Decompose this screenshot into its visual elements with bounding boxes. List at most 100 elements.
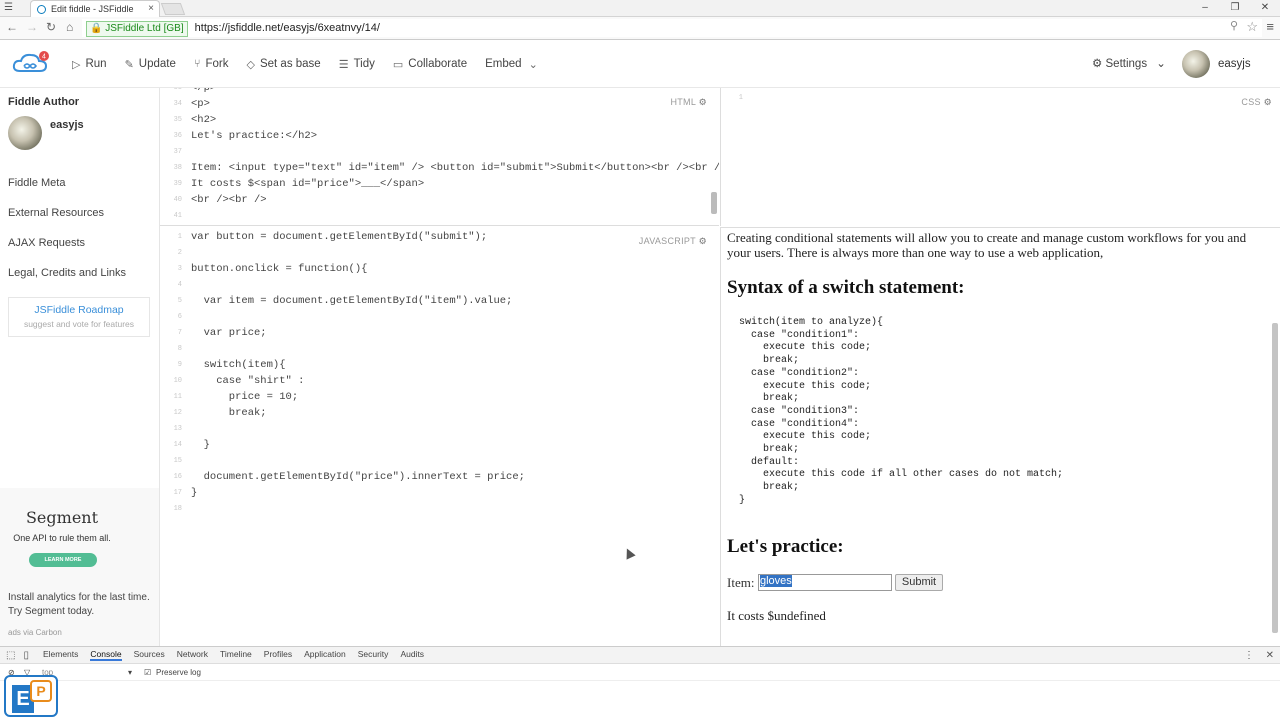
console-toolbar: ⊘ ▽ top ▾ ☑ Preserve log [0,665,1280,681]
browser-menu-icon[interactable]: ≡ [1266,19,1274,34]
line-number: 14 [173,441,182,449]
code-line: button.onclick = function(){ [191,263,368,275]
jsfiddle-logo[interactable]: 4 [12,51,50,75]
roadmap-title: JSFiddle Roadmap [34,304,124,316]
user-menu[interactable]: easyjs [1182,50,1251,78]
css-editor[interactable]: 1 CSS ⚙ [720,88,1280,226]
avatar [1182,50,1210,78]
javascript-editor[interactable]: 1 var button = document.getElementById("s… [160,227,719,646]
update-button[interactable]: ✎ Update [125,58,176,71]
devtools-tab-timeline[interactable]: Timeline [220,649,252,661]
ad-logo[interactable]: Segment [0,508,124,527]
code-line: } [191,439,210,451]
close-devtools-icon[interactable]: ✕ [1266,650,1274,661]
result-panel: Creating conditional statements will all… [720,227,1280,646]
close-window-icon[interactable]: ✕ [1250,0,1280,17]
submit-button[interactable]: Submit [895,574,943,591]
url-field[interactable]: 🔒 JSFiddle Ltd [GB] https://jsfiddle.net… [82,19,1262,37]
code-line: <p> [191,98,210,110]
restore-icon[interactable]: ❐ [1220,0,1250,17]
align-lines-icon: ☰ [338,58,349,71]
item-input[interactable]: gloves [758,574,892,591]
code-line: var button = document.getElementById("su… [191,231,488,243]
code-line: Item: <input type="text" id="item" /> <b… [191,162,719,174]
play-icon: ▷ [72,58,81,71]
run-button[interactable]: ▷ Run [72,58,107,71]
devtools-tab-sources[interactable]: Sources [134,649,165,661]
line-number: 34 [173,100,182,108]
tidy-button[interactable]: ☰ Tidy [339,58,375,71]
author-avatar[interactable] [8,116,42,150]
line-number: 18 [173,505,182,513]
roadmap-subtitle: suggest and vote for features [23,319,135,329]
html-scrollbar[interactable] [711,192,717,214]
code-line: switch(item){ [191,359,286,371]
device-toggle-icon[interactable]: ▯ [23,650,29,661]
devtools-tab-audits[interactable]: Audits [400,649,424,661]
line-number: 9 [177,361,182,369]
pencil-icon: ✎ [124,58,134,71]
html-panel-label: HTML ⚙ [670,97,707,107]
html-editor[interactable]: 33 </p> 34 <p> 35 <h2> 36 Let's practice:</h2> 3… [160,88,719,226]
code-line: <h2> [191,114,217,126]
zoom-icon[interactable]: ⚲ [1230,19,1238,32]
line-number: 36 [173,132,182,140]
embed-button[interactable]: Embed ⌄ [485,58,543,71]
ad-text[interactable]: Install analytics for the last time. Try… [8,591,158,619]
collaborate-button[interactable]: ▭ Collaborate [393,58,467,71]
window-controls: – ❐ ✕ [1190,0,1280,17]
set-as-base-button[interactable]: ◇ Set as base [247,58,321,71]
code-line: var item = document.getElementById("item… [191,295,513,307]
sidebar-item-ajax-requests[interactable]: AJAX Requests [8,237,85,249]
code-line: } [191,487,198,499]
devtools-tab-elements[interactable]: Elements [43,649,78,661]
line-number: 5 [177,297,182,305]
fork-button[interactable]: ⑂ Fork [194,58,229,70]
code-line: case "shirt" : [191,375,305,387]
ad-learn-more-button[interactable]: LEARN MORE [29,553,97,567]
minimize-icon[interactable]: – [1190,0,1220,17]
home-icon[interactable]: ⌂ [66,20,73,34]
chevron-down-icon[interactable]: ▾ [128,668,132,677]
sidebar-item-external-resources[interactable]: External Resources [8,207,104,219]
address-bar: ← → ↻ ⌂ 🔒 JSFiddle Ltd [GB] https://jsfi… [0,17,1280,40]
settings-button[interactable]: ⚙ Settings ⌄ [1092,56,1166,70]
result-scrollbar[interactable] [1272,323,1278,633]
close-tab-icon[interactable]: × [148,1,154,17]
line-number: 7 [177,329,182,337]
ad-source[interactable]: ads via Carbon [8,628,62,637]
tab-title: Edit fiddle - JSFiddle [51,4,134,14]
devtools-tab-console[interactable]: Console [90,649,122,661]
sidebar-item-legal[interactable]: Legal, Credits and Links [8,267,126,279]
inspect-icon[interactable]: ⬚ [6,650,15,661]
preserve-log-checkbox[interactable]: ☑ [144,668,151,677]
secure-badge[interactable]: 🔒 JSFiddle Ltd [GB] [86,21,188,37]
fork-icon: ⑂ [193,58,201,70]
reload-icon[interactable]: ↻ [46,20,56,34]
line-number: 4 [177,281,182,289]
browser-profile-icon[interactable]: ☰ [4,2,24,14]
jsfiddle-favicon [37,5,46,14]
chevron-down-icon: ⌄ [528,58,538,71]
back-icon[interactable]: ← [6,20,18,34]
more-options-icon[interactable]: ⋮ [1244,650,1254,661]
devtools-tab-security[interactable]: Security [358,649,389,661]
toolbar: ▷ Run ✎ Update ⑂ Fork ◇ Set as base ☰ Tidy ▭ C… [72,40,561,88]
author-name[interactable]: easyjs [50,119,84,131]
chat-bubble-icon: ▭ [392,58,404,71]
roadmap-card[interactable]: JSFiddle Roadmap suggest and vote for fe… [8,297,150,337]
bookmark-star-icon[interactable]: ☆ [1246,19,1258,35]
new-tab-button[interactable] [160,3,186,15]
ad-tagline: One API to rule them all. [13,533,111,543]
devtools-tab-profiles[interactable]: Profiles [264,649,292,661]
gear-icon: ⚙ [1092,58,1103,70]
devtools-tab-application[interactable]: Application [304,649,346,661]
line-number: 35 [173,116,182,124]
forward-icon[interactable]: → [26,20,38,34]
line-number: 1 [177,233,182,241]
css-panel-label: CSS ⚙ [1241,97,1272,107]
browser-tab[interactable]: Edit fiddle - JSFiddle × [30,0,160,17]
chevron-down-icon: ⌄ [1156,58,1166,70]
sidebar-item-fiddle-meta[interactable]: Fiddle Meta [8,177,65,189]
devtools-tab-network[interactable]: Network [177,649,208,661]
